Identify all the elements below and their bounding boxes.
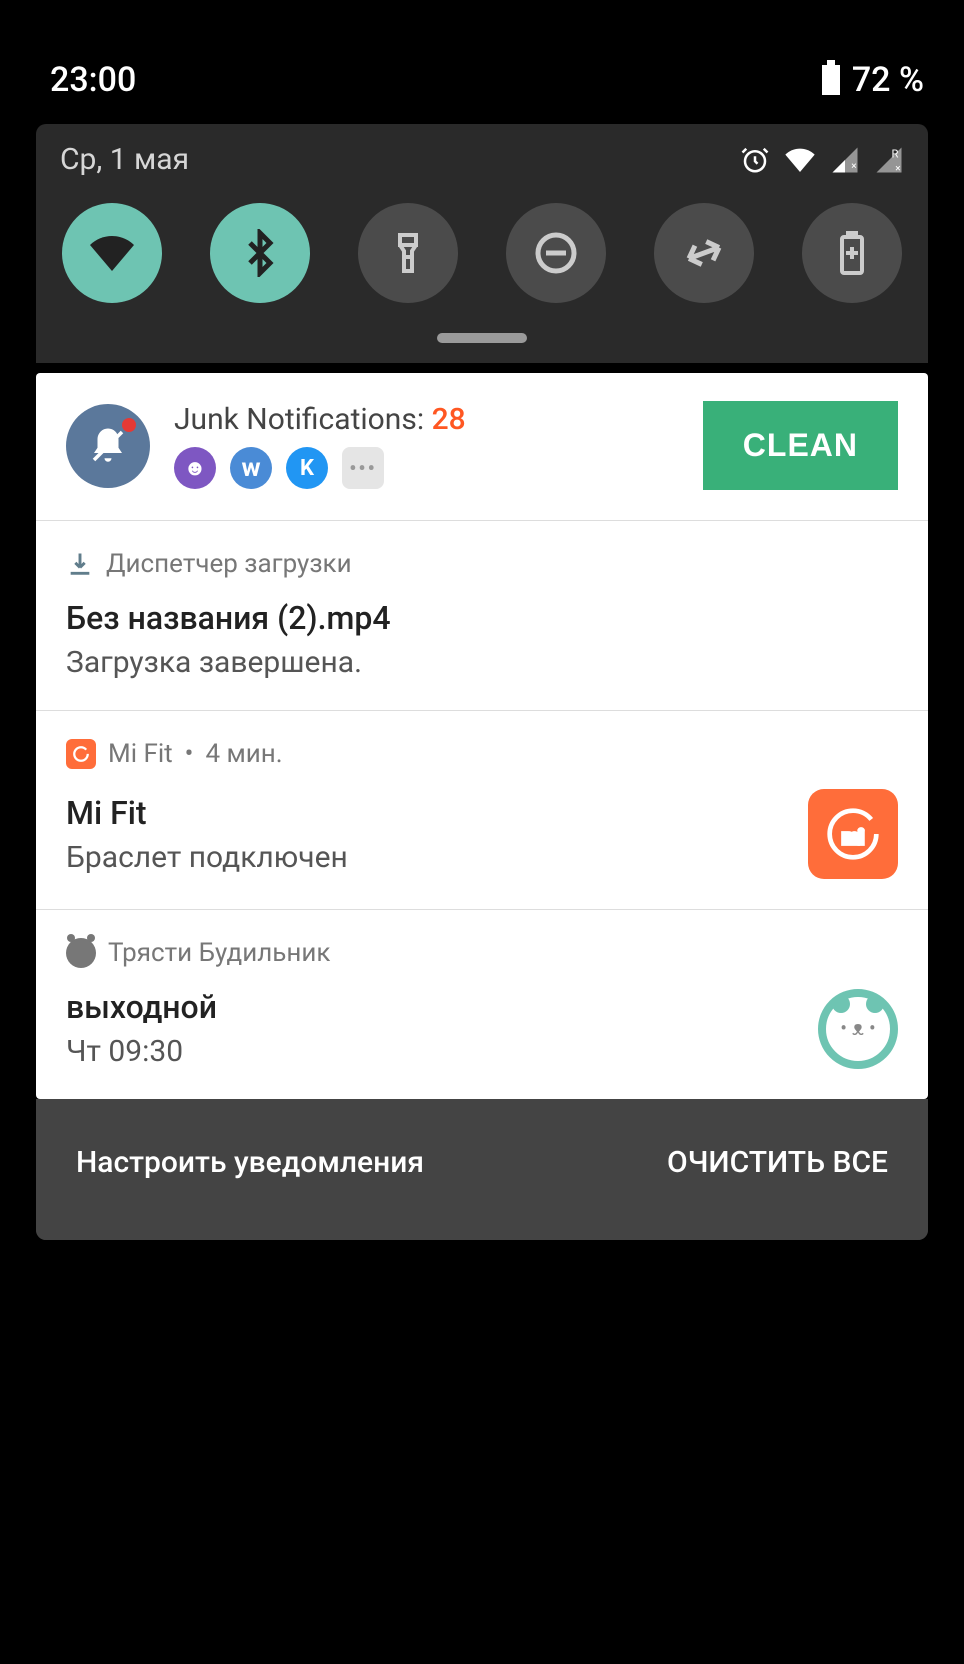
qs-tile-bluetooth[interactable]: [210, 203, 310, 303]
qs-tiles: [60, 203, 904, 303]
flashlight-icon: [384, 229, 432, 277]
svg-text:×: ×: [895, 163, 900, 174]
manage-notifications-button[interactable]: Настроить уведомления: [76, 1145, 424, 1180]
bear-icon: • ᴥ •: [818, 989, 898, 1069]
download-status: Загрузка завершена.: [66, 645, 898, 680]
qs-tile-flashlight[interactable]: [358, 203, 458, 303]
notification-alarm[interactable]: Трясти Будильник выходной Чт 09:30 • ᴥ •: [36, 910, 928, 1099]
bluetooth-icon: [236, 229, 284, 277]
alarm-icon: [740, 145, 770, 175]
mifit-header: Mi Fit • 4 мин.: [66, 739, 898, 769]
mifit-large-icon: mi: [808, 789, 898, 879]
clear-all-button[interactable]: ОЧИСТИТЬ ВСЕ: [667, 1145, 888, 1180]
wifi-status-icon: [784, 144, 816, 176]
qs-tile-dnd[interactable]: [506, 203, 606, 303]
mifit-app-name: Mi Fit: [108, 739, 173, 769]
download-app-name: Диспетчер загрузки: [106, 549, 352, 579]
app-icon-k: K: [286, 447, 328, 489]
quick-settings-panel[interactable]: Ср, 1 мая × R×: [36, 124, 928, 363]
qs-tile-wifi[interactable]: [62, 203, 162, 303]
alarm-app-name: Трясти Будильник: [108, 938, 330, 968]
junk-title: Junk Notifications: 28: [174, 402, 679, 437]
qs-status-icons: × R×: [740, 144, 904, 176]
junk-title-text: Junk Notifications:: [174, 402, 432, 437]
qs-drag-handle[interactable]: [437, 333, 527, 343]
svg-text:mi: mi: [842, 826, 863, 848]
dnd-icon: [532, 229, 580, 277]
rotate-icon: [680, 229, 728, 277]
red-dot-icon: [122, 418, 136, 432]
notification-download[interactable]: Диспетчер загрузки Без названия (2).mp4 …: [36, 521, 928, 711]
notification-mifit[interactable]: Mi Fit • 4 мин. Mi Fit Браслет подключен…: [36, 711, 928, 910]
mifit-time: 4 мин.: [205, 739, 282, 769]
junk-app-icons: ☻ w K •••: [174, 447, 679, 489]
app-icon-purple: ☻: [174, 447, 216, 489]
battery-icon: [822, 65, 840, 95]
svg-text:×: ×: [851, 160, 856, 171]
status-right: 72 %: [822, 60, 924, 100]
status-time: 23:00: [50, 60, 136, 100]
mifit-body: Браслет подключен: [66, 840, 348, 875]
wifi-icon: [88, 229, 136, 277]
download-icon: [66, 550, 94, 578]
svg-text:R: R: [892, 147, 899, 160]
clean-button[interactable]: CLEAN: [703, 401, 898, 490]
alarm-header: Трясти Будильник: [66, 938, 898, 968]
signal-2-icon: R×: [874, 145, 904, 175]
app-icon-vk: w: [230, 447, 272, 489]
alarm-time: Чт 09:30: [66, 1034, 217, 1069]
battery-saver-icon: [828, 229, 876, 277]
qs-tile-rotate[interactable]: [654, 203, 754, 303]
notification-footer: Настроить уведомления ОЧИСТИТЬ ВСЕ: [36, 1099, 928, 1240]
junk-count: 28: [432, 402, 466, 437]
qs-tile-battery[interactable]: [802, 203, 902, 303]
signal-1-icon: ×: [830, 145, 860, 175]
app-icon-more: •••: [342, 447, 384, 489]
separator: •: [185, 739, 194, 769]
download-header: Диспетчер загрузки: [66, 549, 898, 579]
junk-content: Junk Notifications: 28 ☻ w K •••: [174, 402, 679, 489]
qs-header: Ср, 1 мая × R×: [60, 142, 904, 177]
alarm-clock-icon: [66, 938, 96, 968]
battery-percent: 72 %: [852, 60, 924, 100]
notification-list: Junk Notifications: 28 ☻ w K ••• CLEAN Д…: [36, 373, 928, 1099]
notification-junk[interactable]: Junk Notifications: 28 ☻ w K ••• CLEAN: [36, 373, 928, 521]
junk-bell-icon: [66, 404, 150, 488]
status-bar: 23:00 72 %: [36, 50, 928, 124]
download-file: Без названия (2).mp4: [66, 599, 898, 637]
mifit-small-icon: [66, 739, 96, 769]
mifit-title: Mi Fit: [66, 794, 348, 832]
qs-date: Ср, 1 мая: [60, 142, 189, 177]
alarm-title: выходной: [66, 988, 217, 1026]
